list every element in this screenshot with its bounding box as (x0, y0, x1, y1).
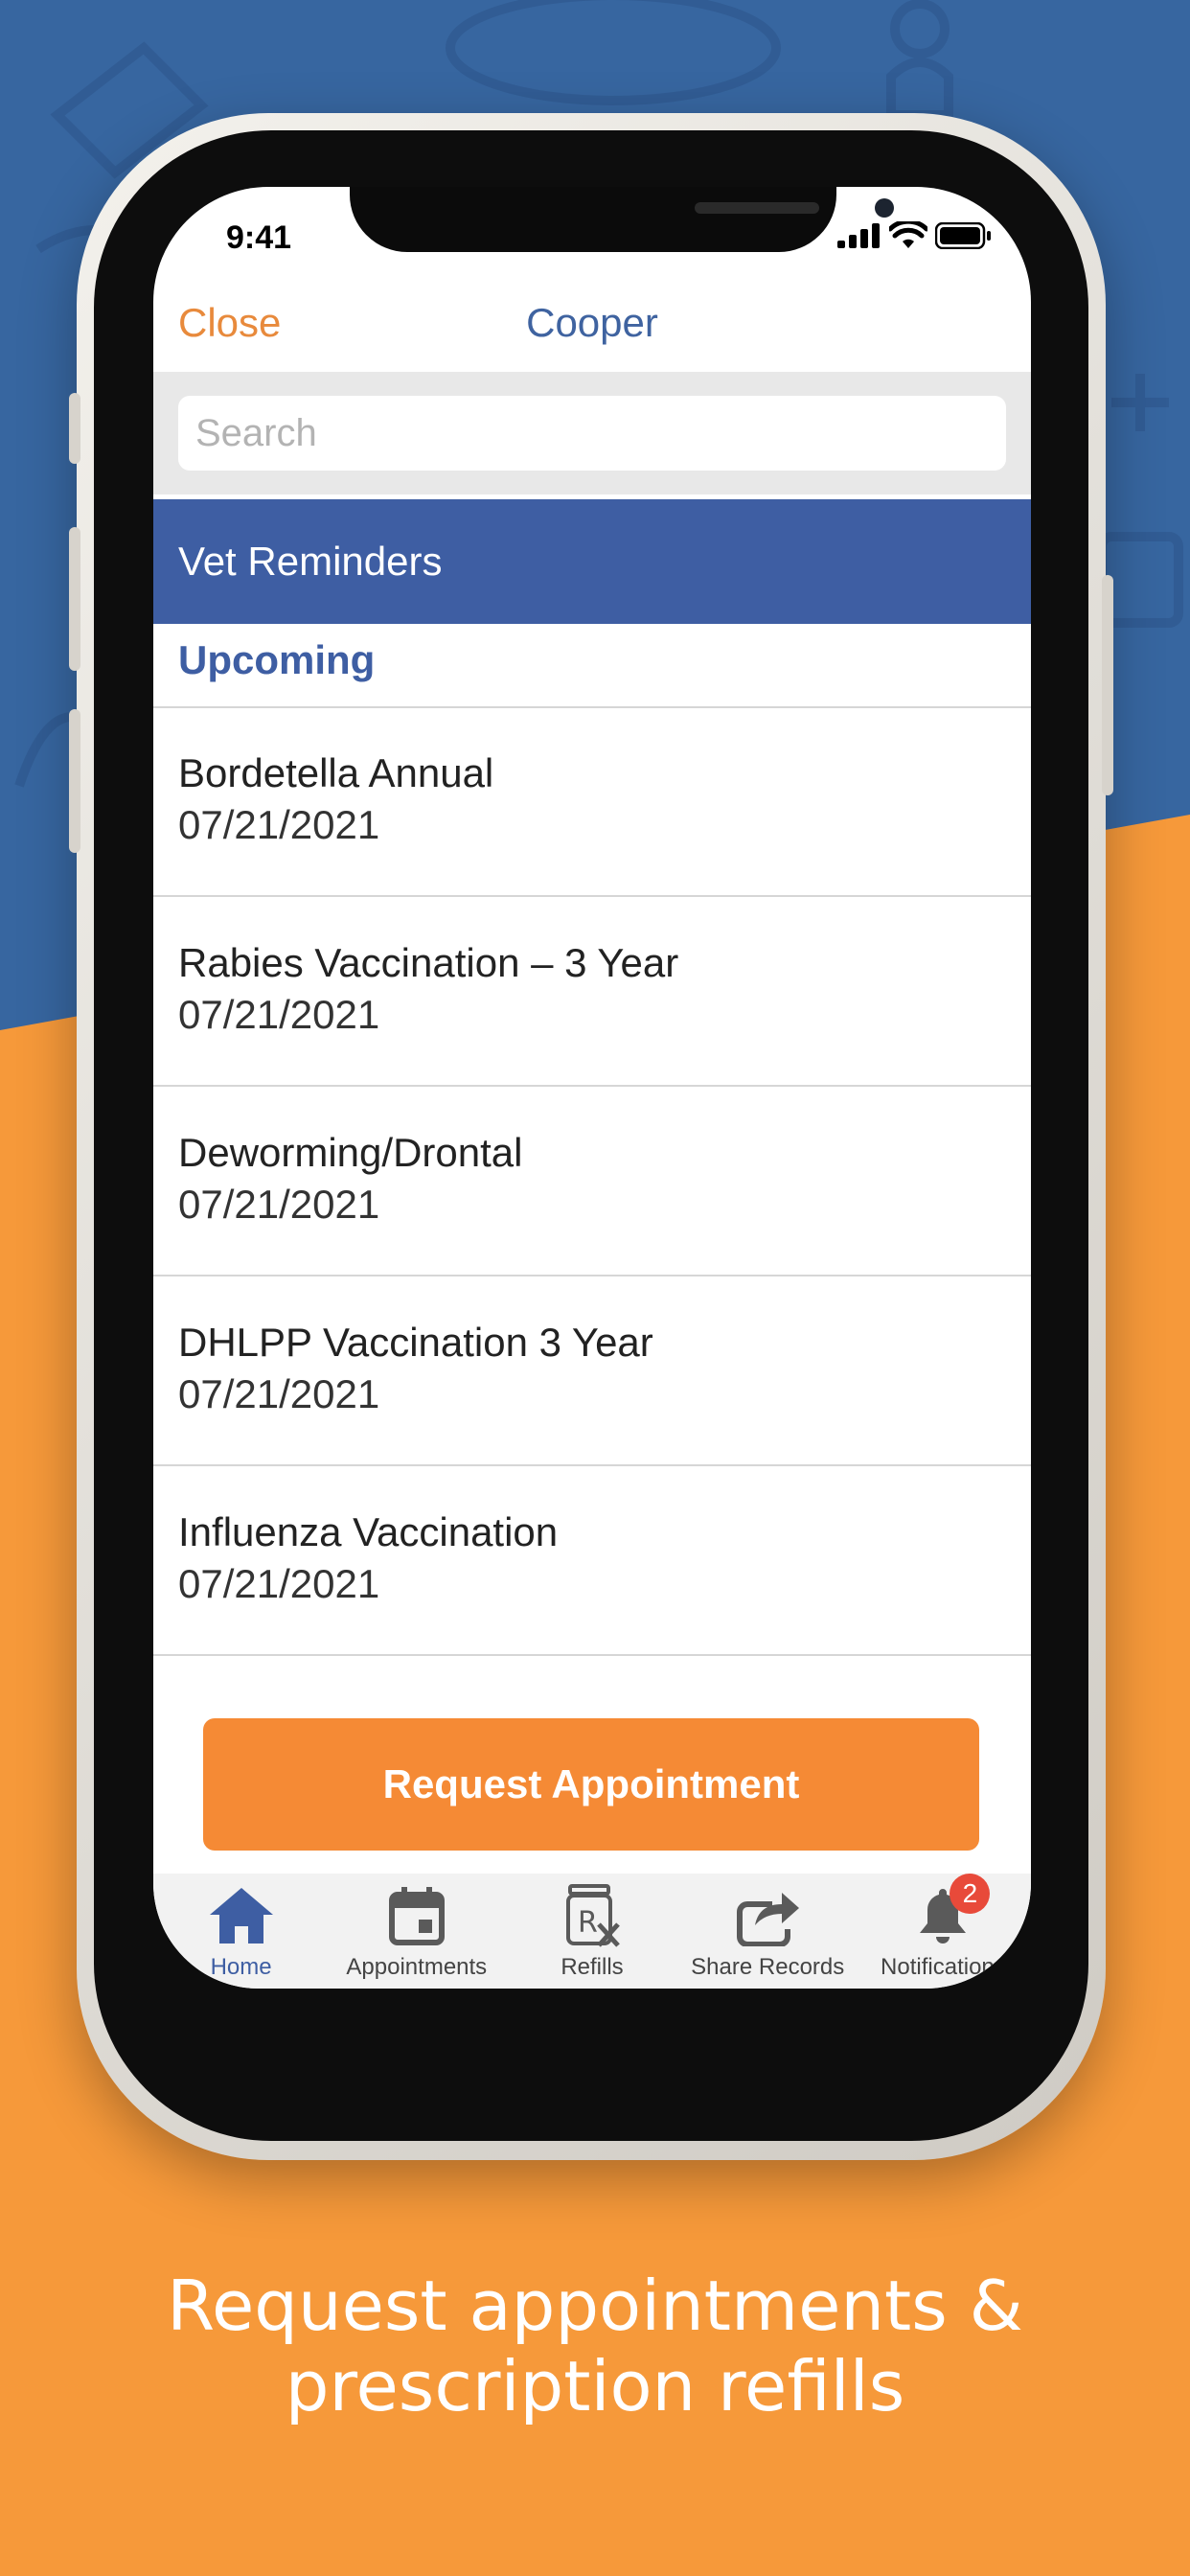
tab-share-records[interactable]: Share Records (680, 1874, 856, 1989)
list-item[interactable]: Influenza Vaccination 07/21/2021 (153, 1466, 1031, 1656)
status-icons (837, 221, 993, 250)
reminder-title: DHLPP Vaccination 3 Year (178, 1320, 653, 1365)
tab-label: Refills (561, 1954, 624, 1980)
list-item[interactable]: Deworming/Drontal 07/21/2021 (153, 1087, 1031, 1276)
share-icon (734, 1883, 801, 1948)
bell-icon: 2 (909, 1874, 991, 1948)
svg-text:R: R (578, 1906, 598, 1940)
mute-switch (69, 393, 80, 464)
tab-appointments[interactable]: Appointments (329, 1874, 504, 1989)
signal-icon (837, 223, 880, 248)
battery-icon (935, 222, 991, 249)
reminder-list: Bordetella Annual 07/21/2021 Rabies Vacc… (153, 707, 1031, 1656)
caption-line-1: Request appointments & (167, 2266, 1023, 2346)
reminder-date: 07/21/2021 (178, 1182, 380, 1227)
phone-screen: 9:41 Close Cooper Search Vet Reminders U… (153, 187, 1031, 1989)
tab-home[interactable]: Home (153, 1874, 329, 1989)
prescription-icon: R (559, 1883, 626, 1948)
tab-notifications[interactable]: 2 Notifications (856, 1874, 1031, 1989)
reminder-date: 07/21/2021 (178, 802, 380, 847)
notification-badge: 2 (950, 1874, 991, 1914)
app-view: 9:41 Close Cooper Search Vet Reminders U… (153, 187, 1031, 1989)
calendar-icon (383, 1883, 450, 1948)
reminder-date: 07/21/2021 (178, 1561, 380, 1606)
search-input[interactable] (178, 396, 1006, 471)
volume-up-button (69, 527, 80, 671)
status-time: 9:41 (226, 219, 292, 256)
wifi-icon (889, 221, 927, 248)
notch (350, 187, 894, 252)
volume-down-button (69, 709, 80, 853)
speaker-grille (695, 202, 819, 214)
tab-refills[interactable]: R Refills (504, 1874, 679, 1989)
list-item[interactable]: DHLPP Vaccination 3 Year 07/21/2021 (153, 1276, 1031, 1466)
tab-label: Notifications (881, 1954, 1006, 1980)
home-icon (208, 1883, 275, 1948)
front-camera (875, 198, 894, 218)
upcoming-label: Upcoming (178, 637, 376, 682)
tab-bar: Home Appointments R Refills Share Record… (153, 1874, 1031, 1989)
reminder-date: 07/21/2021 (178, 1371, 380, 1416)
section-header: Vet Reminders (153, 499, 1031, 624)
tab-label: Share Records (691, 1954, 845, 1980)
list-item[interactable]: Bordetella Annual 07/21/2021 (153, 707, 1031, 897)
reminder-title: Influenza Vaccination (178, 1509, 559, 1554)
reminder-title: Bordetella Annual (178, 750, 494, 795)
tab-label: Home (210, 1954, 272, 1980)
marketing-caption: Request appointments & prescription refi… (0, 2266, 1190, 2426)
request-appointment-button[interactable]: Request Appointment (203, 1718, 979, 1851)
caption-line-2: prescription refills (285, 2346, 905, 2426)
power-button (1102, 575, 1113, 795)
list-item[interactable]: Rabies Vaccination – 3 Year 07/21/2021 (153, 897, 1031, 1087)
reminder-title: Deworming/Drontal (178, 1130, 523, 1175)
tab-label: Appointments (346, 1954, 488, 1980)
reminder-title: Rabies Vaccination – 3 Year (178, 940, 679, 985)
reminder-date: 07/21/2021 (178, 992, 380, 1037)
section-title: Vet Reminders (178, 539, 443, 584)
pet-name-title: Cooper (526, 300, 658, 345)
